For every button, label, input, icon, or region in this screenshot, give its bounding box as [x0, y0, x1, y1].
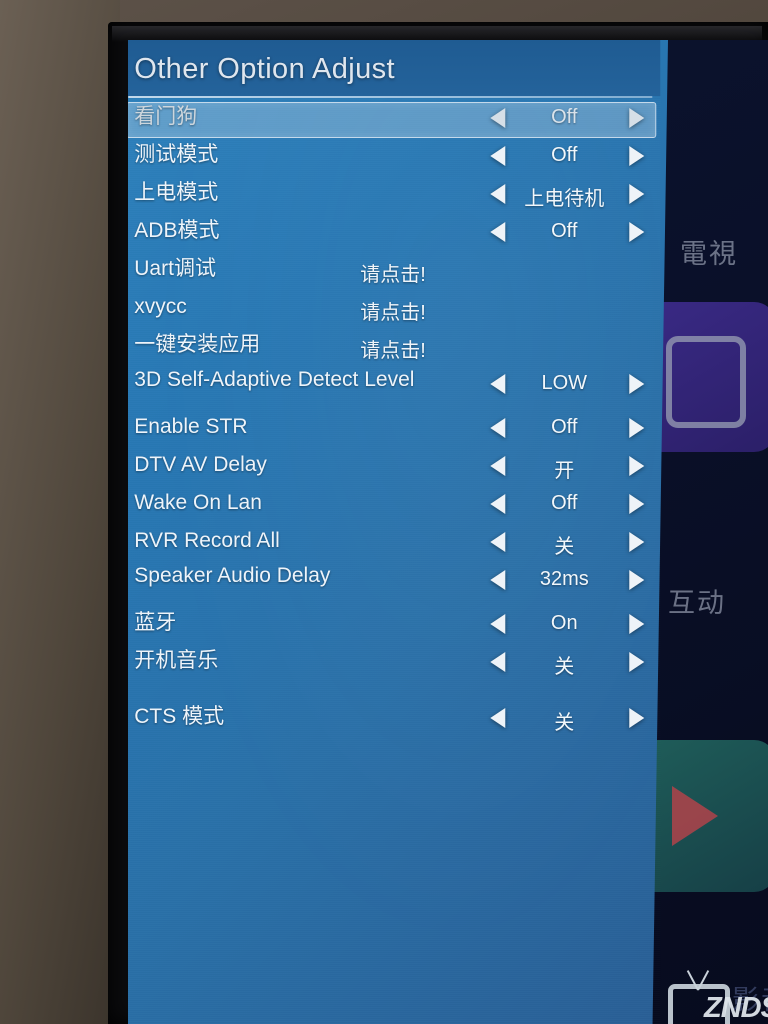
settings-row-label: 蓝牙 [134, 611, 177, 634]
watermark-brand-text: ZNDS [704, 992, 768, 1024]
settings-row[interactable]: Wake On Lan Off [128, 486, 660, 524]
settings-row-label: Wake On Lan [134, 491, 262, 514]
settings-row-action-text[interactable]: 请点击! [360, 258, 426, 287]
chevron-right-icon[interactable] [629, 708, 645, 728]
znds-watermark: ZNDS.com 智能电视网 [664, 968, 768, 1024]
settings-row[interactable]: 蓝牙 On [128, 606, 660, 644]
settings-row[interactable]: xvycc 请点击! [128, 290, 660, 328]
chevron-right-icon[interactable] [629, 532, 645, 552]
background-label-tv: 電視 [680, 239, 738, 269]
app-icon-purple-glyph [666, 336, 746, 428]
settings-row[interactable]: CTS 模式 关 [128, 700, 660, 756]
chevron-left-icon[interactable] [490, 374, 506, 394]
settings-row-value: Off [551, 416, 578, 438]
chevron-right-icon[interactable] [629, 184, 645, 204]
settings-row-spinner[interactable]: LOW [480, 370, 648, 398]
settings-row[interactable]: Enable STR Off [128, 410, 660, 448]
chevron-left-icon[interactable] [490, 146, 506, 166]
settings-row-spinner[interactable]: 开 [480, 452, 648, 482]
settings-row-value: LOW [541, 372, 588, 394]
chevron-right-icon[interactable] [629, 652, 645, 672]
settings-row-spinner[interactable]: Off [480, 218, 648, 246]
settings-row-spinner[interactable]: 32ms [480, 566, 648, 594]
settings-row-value: Off [551, 144, 578, 166]
settings-row-spinner[interactable]: 关 [480, 704, 648, 734]
settings-row-label: ADB模式 [134, 219, 220, 242]
chevron-left-icon[interactable] [490, 108, 506, 128]
settings-row-spinner[interactable]: Off [480, 414, 648, 442]
settings-row[interactable]: 3D Self-Adaptive Detect Level LOW [128, 366, 660, 410]
settings-row-label: CTS 模式 [134, 705, 225, 728]
watermark-brand: ZNDS.com [704, 992, 768, 1024]
chevron-right-icon[interactable] [629, 374, 645, 394]
settings-row-spinner[interactable]: Off [480, 142, 648, 170]
settings-row[interactable]: RVR Record All 关 [128, 524, 660, 562]
chevron-right-icon[interactable] [629, 570, 645, 590]
settings-row-value: 上电待机 [524, 188, 605, 210]
settings-row[interactable]: DTV AV Delay 开 [128, 448, 660, 486]
settings-row-label: 开机音乐 [134, 649, 219, 672]
settings-row-value: Off [551, 492, 578, 514]
settings-row-label: 测试模式 [134, 143, 219, 166]
settings-row-value: 关 [554, 536, 575, 558]
chevron-right-icon[interactable] [629, 222, 645, 242]
settings-row-action-text[interactable]: 请点击! [360, 334, 426, 363]
settings-row-action-text[interactable]: 请点击! [360, 296, 426, 325]
play-icon [672, 786, 718, 846]
settings-row[interactable]: Speaker Audio Delay 32ms [128, 562, 660, 606]
settings-row-label: RVR Record All [134, 529, 280, 552]
settings-row[interactable]: ADB模式 Off [128, 214, 660, 252]
chevron-right-icon[interactable] [629, 456, 645, 476]
settings-row-value: 关 [554, 656, 575, 678]
settings-row-label: 上电模式 [134, 181, 219, 204]
chevron-left-icon[interactable] [490, 614, 506, 634]
settings-list: 看门狗 Off 测试模式 Off 上电模式 上电待机 ADB模式 Off Uart调试 请点击! x… [128, 100, 660, 756]
settings-row[interactable]: 一键安装应用 请点击! [128, 328, 660, 366]
chevron-left-icon[interactable] [490, 456, 506, 476]
background-label-interactive: 互动 [668, 588, 726, 618]
settings-row-spinner[interactable]: Off [480, 104, 648, 132]
chevron-right-icon[interactable] [629, 614, 645, 634]
chevron-left-icon[interactable] [490, 418, 506, 438]
settings-row-value: 关 [554, 712, 575, 734]
settings-row[interactable]: 看门狗 Off [128, 100, 660, 138]
tv-photo-scene: 電視 互动 影音 Other Option Adjust 看门狗Off测试模式O… [0, 0, 768, 1024]
settings-row-label: DTV AV Delay [134, 453, 267, 476]
settings-row-spinner[interactable]: On [480, 610, 648, 638]
settings-row-spinner[interactable]: Off [480, 490, 648, 518]
chevron-right-icon[interactable] [629, 494, 645, 514]
settings-row-value: Off [551, 220, 578, 242]
chevron-left-icon[interactable] [490, 184, 506, 204]
chevron-right-icon[interactable] [629, 418, 645, 438]
chevron-right-icon[interactable] [629, 108, 645, 128]
settings-row[interactable]: 开机音乐 关 [128, 644, 660, 700]
tv-screen-panel: 電視 互动 影音 Other Option Adjust 看门狗Off测试模式O… [128, 40, 768, 1024]
page-title: Other Option Adjust [134, 53, 395, 85]
settings-row[interactable]: Uart调试 请点击! [128, 252, 660, 290]
chevron-right-icon[interactable] [629, 146, 645, 166]
settings-row-spinner[interactable]: 关 [480, 528, 648, 558]
settings-row-value: On [550, 612, 578, 634]
chevron-left-icon[interactable] [490, 222, 506, 242]
settings-row-value: Off [551, 106, 578, 128]
settings-row-label: 3D Self-Adaptive Detect Level [134, 368, 415, 391]
wall-left [0, 0, 120, 1024]
settings-row-label: Enable STR [134, 415, 248, 438]
settings-row-label: 看门狗 [134, 105, 198, 128]
settings-row[interactable]: 上电模式 上电待机 [128, 176, 660, 214]
settings-row-spinner[interactable]: 上电待机 [480, 180, 648, 210]
settings-row-value: 开 [554, 460, 575, 482]
chevron-left-icon[interactable] [490, 532, 506, 552]
settings-row[interactable]: 测试模式 Off [128, 138, 660, 176]
chevron-left-icon[interactable] [490, 708, 506, 728]
other-option-adjust-menu: Other Option Adjust 看门狗 Off 测试模式 Off 上电模式 上电待… [128, 40, 668, 1024]
settings-row-value: 32ms [539, 568, 589, 590]
chevron-left-icon[interactable] [490, 494, 506, 514]
chevron-left-icon[interactable] [490, 652, 506, 672]
settings-row-spinner[interactable]: 关 [480, 648, 648, 678]
header-divider [128, 96, 653, 98]
chevron-left-icon[interactable] [490, 570, 506, 590]
settings-row-label: Speaker Audio Delay [134, 564, 331, 587]
